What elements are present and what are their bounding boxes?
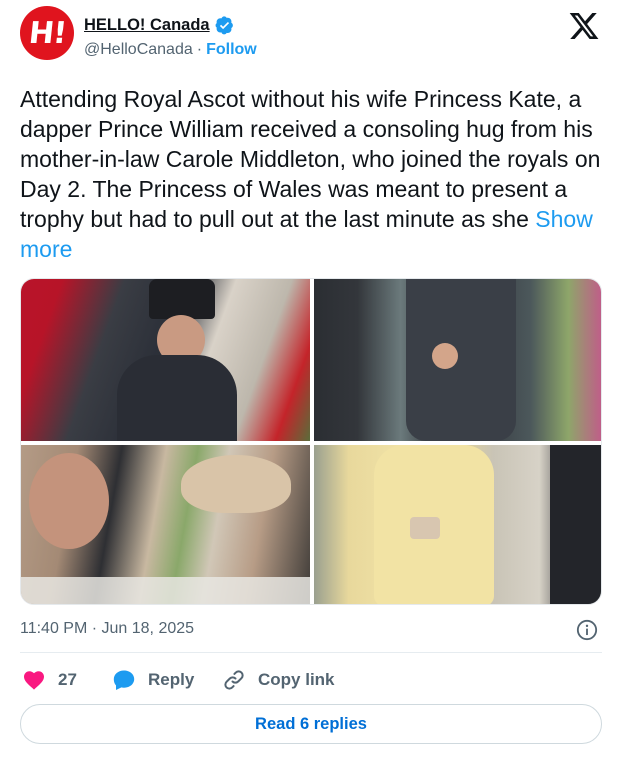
photo-3[interactable] <box>21 445 310 604</box>
photo-3-head <box>29 453 109 549</box>
verified-badge-icon <box>215 15 233 34</box>
photo-2-hand <box>432 343 458 369</box>
photo-1-suit <box>117 355 237 441</box>
separator-dot: · <box>196 41 203 58</box>
read-replies-label: Read 6 replies <box>255 714 367 733</box>
tweet-text: Attending Royal Ascot without his wife P… <box>20 84 610 264</box>
copy-link-button[interactable]: Copy link <box>222 666 335 694</box>
photo-2[interactable] <box>314 279 601 441</box>
link-icon <box>224 670 244 690</box>
tweet-card: H! HELLO! Canada @HelloCanada · Follow A… <box>0 0 620 758</box>
photo-3-rail <box>21 577 310 604</box>
reply-button[interactable]: Reply <box>112 666 194 694</box>
media-grid <box>20 278 602 605</box>
photo-4-clutch <box>410 517 440 539</box>
reply-label: Reply <box>148 670 195 689</box>
display-name[interactable]: HELLO! Canada <box>84 16 210 35</box>
account-name-row: HELLO! Canada <box>84 13 234 37</box>
avatar-logo-text: H! <box>26 15 68 51</box>
account-handle[interactable]: @HelloCanada <box>84 41 193 59</box>
photo-4-suit <box>550 445 601 604</box>
photo-3-hat <box>181 455 291 513</box>
photo-2-coat <box>406 279 516 441</box>
follow-button[interactable]: Follow <box>206 41 257 59</box>
divider <box>20 652 602 653</box>
like-button[interactable]: 27 <box>22 666 77 694</box>
photo-1[interactable] <box>21 279 310 441</box>
photo-1-hat <box>149 279 215 319</box>
info-icon[interactable] <box>576 619 598 641</box>
copy-link-label: Copy link <box>258 670 335 689</box>
read-replies-button[interactable]: Read 6 replies <box>20 704 602 744</box>
x-logo-icon[interactable] <box>568 10 600 42</box>
tweet-timestamp[interactable]: 11:40 PM · Jun 18, 2025 <box>20 620 194 638</box>
handle-row: @HelloCanada · Follow <box>84 41 257 59</box>
avatar[interactable]: H! <box>20 6 74 60</box>
tweet-body: Attending Royal Ascot without his wife P… <box>20 86 601 232</box>
photo-4[interactable] <box>314 445 601 604</box>
reply-bubble-icon <box>113 670 135 690</box>
heart-icon <box>24 671 44 690</box>
likes-count: 27 <box>58 670 77 689</box>
